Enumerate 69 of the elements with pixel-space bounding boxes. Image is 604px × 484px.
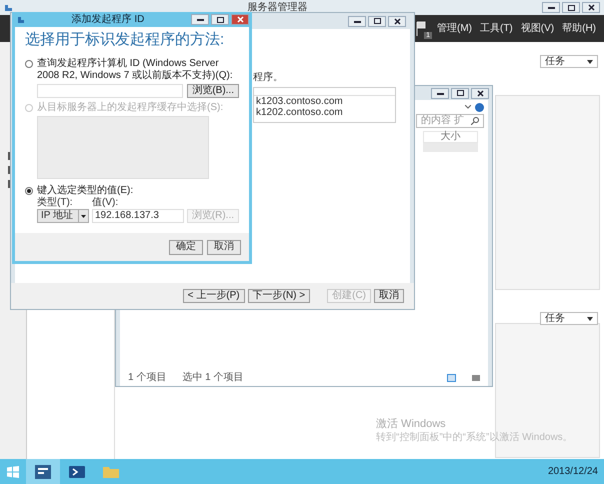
input-field[interactable] — [37, 84, 184, 98]
minimize-icon — [354, 20, 360, 22]
maximize-button[interactable] — [451, 88, 469, 98]
maximize-icon — [216, 16, 224, 22]
clock-date: 2013/12/24 — [548, 465, 599, 479]
maximize-icon — [374, 18, 380, 24]
close-button[interactable] — [388, 16, 406, 26]
field-label: 类型(T): — [37, 197, 74, 209]
caret-icon — [78, 210, 88, 222]
field-value: 192.168.137.3 — [95, 211, 159, 221]
radio-button[interactable] — [25, 187, 33, 195]
help-icon[interactable] — [475, 102, 484, 112]
minimize-button[interactable] — [431, 88, 449, 98]
search-placeholder: 的内容 扩 — [421, 116, 464, 126]
close-button[interactable] — [471, 88, 489, 98]
close-icon — [394, 18, 400, 24]
maximize-button[interactable] — [562, 2, 580, 13]
minimize-icon — [548, 6, 554, 9]
wizard-button[interactable]: 取消 — [374, 289, 404, 303]
chevron-icon[interactable] — [465, 105, 471, 109]
close-button[interactable] — [582, 2, 600, 13]
menu-item[interactable]: 管理(M) — [436, 21, 472, 36]
tasks-dropdown[interactable]: 任务 — [540, 55, 598, 68]
caret-icon — [587, 316, 593, 320]
search-icon — [471, 117, 479, 125]
field-label: 值(V): — [92, 197, 118, 209]
radio-label: 查询发起程序计算机 ID (Windows Server 2008 R2, Windows 7 或以前版本不支持)(Q): — [37, 58, 234, 82]
minimize-button[interactable] — [542, 2, 560, 13]
radio-label: 从目标服务器上的发起程序缓存中选择(S): — [37, 102, 224, 114]
maximize-icon — [568, 4, 574, 10]
tasks-dropdown[interactable]: 任务 — [540, 312, 598, 325]
activation-title: 激活 Windows — [376, 418, 447, 432]
dropdown-value: IP 地址 — [41, 211, 74, 221]
instruction-text: 程序。 — [253, 73, 284, 83]
radio-button[interactable] — [25, 60, 33, 68]
browse-button[interactable]: 浏览(B)... — [187, 84, 239, 98]
minimize-button[interactable] — [348, 16, 366, 26]
maximize-icon — [456, 90, 464, 96]
wizard-button[interactable]: < 上一步(P) — [182, 289, 245, 303]
status-text: 1 个项目 — [128, 373, 166, 383]
dialog-title: 添加发起程序 ID — [72, 14, 144, 24]
activation-text: 转到“控制面板”中的“系统”以激活 Windows。 — [376, 432, 573, 444]
close-icon — [236, 16, 244, 23]
status-text: 选中 1 个项目 — [182, 373, 244, 383]
caret-icon — [587, 60, 593, 64]
tiles-view-icon[interactable] — [472, 375, 480, 381]
radio-label: 键入选定类型的值(E): — [37, 185, 134, 196]
menu-item[interactable]: 工具(T) — [480, 21, 513, 36]
server-row[interactable]: k1202.contoso.com — [254, 107, 395, 118]
menu-item[interactable]: 帮助(H) — [562, 21, 596, 36]
value-field[interactable]: 192.168.137.3 — [92, 209, 184, 223]
minimize-icon — [196, 18, 204, 21]
menu-item[interactable]: 视图(V) — [520, 21, 554, 36]
column-header: 大小 — [423, 131, 478, 143]
close-icon — [476, 90, 484, 96]
minimize-icon — [436, 92, 444, 94]
details-view-icon[interactable] — [447, 374, 456, 382]
cancel-button[interactable]: 取消 — [207, 240, 241, 254]
window-title: 服务器管理器 — [248, 2, 308, 12]
wizard-button[interactable]: 下一步(N) > — [248, 289, 310, 303]
server-row[interactable]: k1203.contoso.com — [254, 96, 395, 107]
dialog-heading: 选择用于标识发起程序的方法: — [25, 31, 226, 50]
minimize-button[interactable] — [191, 14, 209, 25]
type-dropdown[interactable]: IP 地址 — [37, 209, 89, 223]
maximize-button[interactable] — [368, 16, 386, 26]
ok-button[interactable]: 确定 — [169, 240, 203, 254]
server-manager-icon[interactable] — [26, 459, 60, 484]
maximize-button[interactable] — [211, 14, 229, 25]
close-icon — [588, 4, 594, 11]
